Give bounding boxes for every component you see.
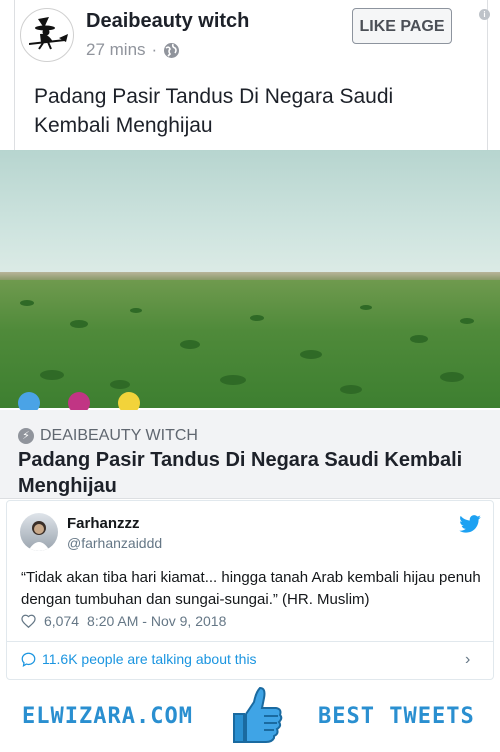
post-time[interactable]: 27 mins [86, 40, 146, 60]
page-avatar[interactable] [20, 8, 74, 62]
tweet-timestamp[interactable]: 8:20 AM - Nov 9, 2018 [87, 613, 226, 629]
twitter-bird-icon[interactable] [459, 515, 481, 533]
tweet-divider [7, 641, 493, 642]
footer-brand: ELWIZARA.COM [22, 704, 193, 729]
tweet-talking-text[interactable]: 11.6K people are talking about this [42, 651, 257, 667]
link-title[interactable]: Padang Pasir Tandus Di Negara Saudi Kemb… [18, 447, 488, 499]
link-preview[interactable]: ⚡ DEAIBEAUTY WITCH Padang Pasir Tandus D… [0, 410, 500, 499]
link-domain: DEAIBEAUTY WITCH [40, 427, 198, 444]
info-icon[interactable]: i [479, 9, 490, 20]
page-name[interactable]: Deaibeauty witch [86, 10, 249, 33]
tweet-talking-link[interactable]: 11.6K people are talking about this [21, 651, 257, 667]
comment-bubble-icon [21, 652, 36, 667]
image-horizon [0, 272, 500, 280]
like-page-button[interactable]: LIKE PAGE [352, 8, 452, 44]
link-domain-row: ⚡ DEAIBEAUTY WITCH [18, 427, 198, 445]
witch-icon [29, 17, 68, 50]
thumbs-up-icon [233, 686, 283, 743]
heart-icon[interactable] [21, 614, 36, 628]
tweet-author-name[interactable]: Farhanzzz [67, 515, 140, 532]
globe-icon [164, 42, 180, 58]
post-image[interactable] [0, 150, 500, 408]
footer-tag: BEST TWEETS [318, 704, 475, 729]
image-green-field [0, 280, 500, 408]
tweet-avatar[interactable] [20, 513, 58, 551]
post-text: Padang Pasir Tandus Di Negara Saudi Kemb… [34, 85, 394, 137]
post-meta: 27 mins · [86, 40, 180, 60]
person-icon [28, 521, 50, 551]
tweet-meta: 6,074 8:20 AM - Nov 9, 2018 [21, 613, 226, 629]
tweet-author-handle[interactable]: @farhanzaiddd [67, 535, 162, 551]
meta-separator-dot: · [151, 40, 158, 59]
embedded-tweet[interactable]: Farhanzzz @farhanzaiddd “Tidak akan tiba… [6, 500, 494, 680]
image-sky [0, 150, 500, 275]
chevron-right-icon[interactable]: › [465, 651, 470, 669]
tweet-text: “Tidak akan tiba hari kiamat... hingga t… [21, 569, 481, 608]
tweet-like-count[interactable]: 6,074 [44, 613, 79, 629]
bolt-icon: ⚡ [18, 428, 34, 444]
